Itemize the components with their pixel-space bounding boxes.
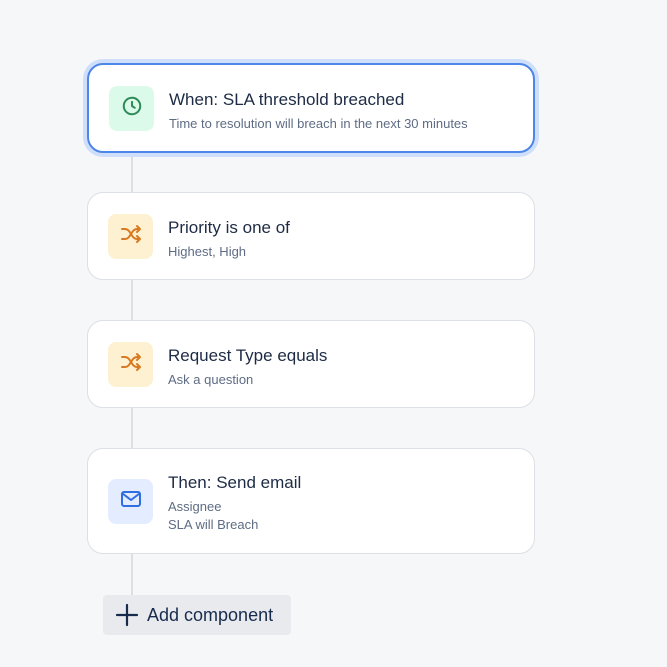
condition-card-priority[interactable]: Priority is one of Highest, High (87, 192, 535, 280)
card-detail: Time to resolution will breach in the ne… (169, 116, 468, 131)
card-detail: Ask a question (168, 372, 254, 387)
card-detail: SLA will Breach (168, 517, 259, 532)
connector-line (131, 279, 133, 321)
plus-icon (115, 603, 139, 627)
connector-line (131, 152, 133, 193)
shuffle-icon (119, 350, 143, 379)
card-detail: Highest, High (168, 244, 247, 259)
card-detail: Assignee (168, 499, 222, 514)
connector-line (131, 407, 133, 449)
action-card-send-email[interactable]: Then: Send email Assignee SLA will Breac… (87, 448, 535, 554)
card-title: Priority is one of (168, 218, 290, 237)
trigger-icon-box (109, 86, 154, 131)
mail-icon (119, 487, 143, 516)
card-text: Request Type equals Ask a question (168, 346, 327, 389)
add-component-button[interactable]: Add component (103, 595, 291, 635)
card-text: When: SLA threshold breached Time to res… (169, 90, 468, 133)
condition-card-request-type[interactable]: Request Type equals Ask a question (87, 320, 535, 408)
action-icon-box (108, 479, 153, 524)
condition-icon-box (108, 214, 153, 259)
trigger-card-sla-threshold[interactable]: When: SLA threshold breached Time to res… (87, 63, 535, 153)
card-title: When: SLA threshold breached (169, 90, 405, 109)
connector-line (131, 553, 133, 595)
card-title: Then: Send email (168, 473, 302, 492)
clock-icon (121, 95, 143, 122)
shuffle-icon (119, 222, 143, 251)
card-title: Request Type equals (168, 346, 328, 365)
add-component-label: Add component (147, 604, 274, 625)
condition-icon-box (108, 342, 153, 387)
card-text: Priority is one of Highest, High (168, 218, 290, 261)
card-text: Then: Send email Assignee SLA will Breac… (168, 473, 301, 534)
rule-editor-canvas: When: SLA threshold breached Time to res… (0, 0, 667, 667)
